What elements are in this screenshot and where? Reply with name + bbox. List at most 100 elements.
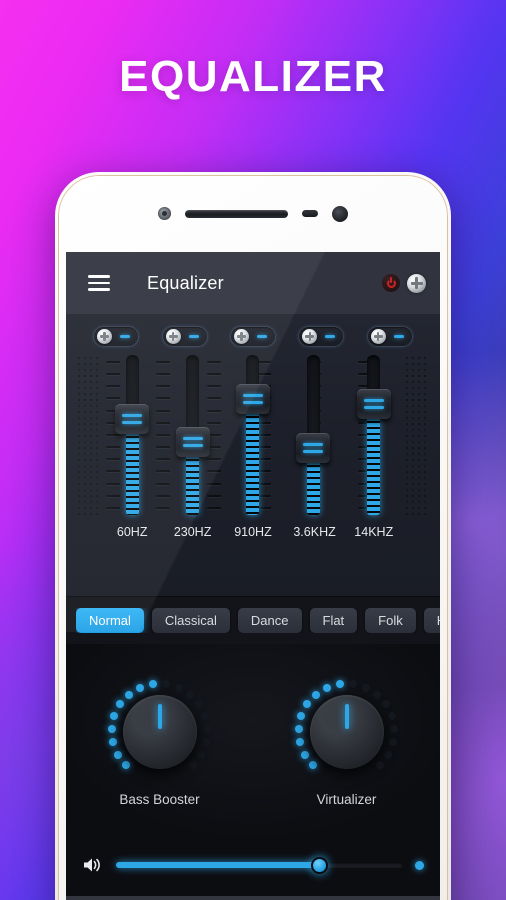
knob-led-dot [311,690,320,699]
slider-level-leds [246,411,260,515]
volume-fill [116,862,320,868]
equalizer-board [76,355,430,515]
phone-top-bezel [66,175,440,252]
volume-panel [66,834,440,896]
knob-led-dot [302,700,311,709]
eq-slider-60hz[interactable] [112,355,152,515]
toggle-indicator [256,335,267,338]
band-toggle-3.6khz[interactable] [298,326,345,347]
knob-led-dot [384,750,393,759]
band-toggle-910hz[interactable] [229,326,276,347]
knob-led-dot [109,712,118,721]
hamburger-menu-icon[interactable] [88,275,110,291]
frequency-label: 14KHZ [354,525,394,539]
knob-led-dot [174,683,183,692]
knob-led-dot [195,700,204,709]
app-header: Equalizer [66,252,440,314]
volume-max-dot[interactable] [415,860,424,870]
slider-thumb[interactable] [175,426,210,457]
knob-led-dot [349,679,358,688]
eq-slider-3.6khz[interactable] [293,355,333,515]
knob-label: Virtualizer [316,791,377,807]
player-bar: Open your favorite player [66,896,440,900]
band-toggle-230hz[interactable] [161,326,208,347]
eq-slider-14khz[interactable] [354,355,394,515]
knob-led-dot [162,679,171,688]
knob-bass-booster[interactable]: Bass Booster [106,678,214,807]
preset-chip-dance[interactable]: Dance [237,608,302,633]
power-icon[interactable] [382,274,400,292]
toggle-knob-icon [370,329,386,344]
toggle-indicator [325,335,336,338]
header-actions [382,273,426,293]
knob-led-dot [201,712,209,721]
preset-chip-normal[interactable]: Normal [76,608,144,633]
speaker-volume-icon[interactable] [82,856,104,874]
knob-led-dot [124,690,133,699]
toggle-indicator [188,335,199,338]
preset-chip-hip[interactable]: Hip [423,608,440,633]
slider-thumb[interactable] [235,383,270,414]
knob-led-dot [107,725,116,734]
toggle-knob-icon [97,329,113,344]
front-camera-icon [158,207,171,220]
slider-level-leds [186,454,200,515]
earpiece-speaker [185,209,288,218]
knob-cap[interactable] [122,694,197,769]
slider-thumb[interactable] [115,404,150,435]
band-toggle-row [66,326,440,347]
phone-screen: Equalizer 60HZ 230HZ 910HZ 3.6KHZ 14KHZ … [66,252,440,900]
knob-dial[interactable] [293,678,401,786]
frequency-label: 3.6KHZ [293,525,336,539]
knob-led-dot [113,750,122,759]
knob-led-dot [388,712,396,721]
knob-led-dot [296,712,305,721]
slider-level-leds [306,461,320,515]
toggle-knob-icon [165,329,181,344]
phone-body: Equalizer 60HZ 230HZ 910HZ 3.6KHZ 14KHZ … [58,175,448,900]
toggle-indicator [120,335,131,338]
slider-level-leds [125,432,139,515]
toggle-knob-icon [233,329,249,344]
volume-thumb[interactable] [311,856,329,874]
page-title: EQUALIZER [119,52,387,101]
knob-dial[interactable] [106,678,214,786]
equalizer-panel: 60HZ 230HZ 910HZ 3.6KHZ 14KHZ [66,314,440,596]
eq-slider-230hz[interactable] [173,355,213,515]
frequency-label-row: 60HZ 230HZ 910HZ 3.6KHZ 14KHZ [76,525,430,539]
toggle-knob-icon [302,329,318,344]
knob-led-dot [121,761,130,770]
rotary-knob-icon[interactable] [407,273,426,293]
slider-thumb[interactable] [356,388,391,419]
knob-cap[interactable] [309,694,384,769]
slider-thumb[interactable] [296,433,331,463]
volume-slider[interactable] [116,856,403,874]
knob-led-dot [361,683,370,692]
eq-slider-910hz[interactable] [233,355,273,515]
preset-chip-classical[interactable]: Classical [151,608,230,633]
slider-level-leds [367,416,381,515]
preset-chip-folk[interactable]: Folk [365,608,416,633]
speaker-grille-right [404,355,430,515]
knob-led-dot [323,683,332,692]
knob-led-dot [136,683,145,692]
knob-led-dot [115,700,124,709]
frequency-label: 230HZ [173,525,212,539]
knob-led-dot [308,761,317,770]
toggle-indicator [393,335,404,338]
knob-led-dot [148,679,157,688]
knob-led-dot [108,738,117,747]
knob-led-dot [300,750,309,759]
slider-field [102,355,404,515]
preset-chip-flat[interactable]: Flat [309,608,358,633]
knob-led-dot [389,738,398,747]
app-title: Equalizer [147,272,224,293]
knob-led-dot [203,725,212,734]
band-toggle-14khz[interactable] [366,326,413,347]
knob-led-dot [373,690,382,699]
knob-virtualizer[interactable]: Virtualizer [293,678,401,807]
knob-led-dot [294,725,303,734]
knob-led-dot [376,761,385,770]
frequency-label: 910HZ [234,525,272,539]
band-toggle-60hz[interactable] [93,326,140,347]
